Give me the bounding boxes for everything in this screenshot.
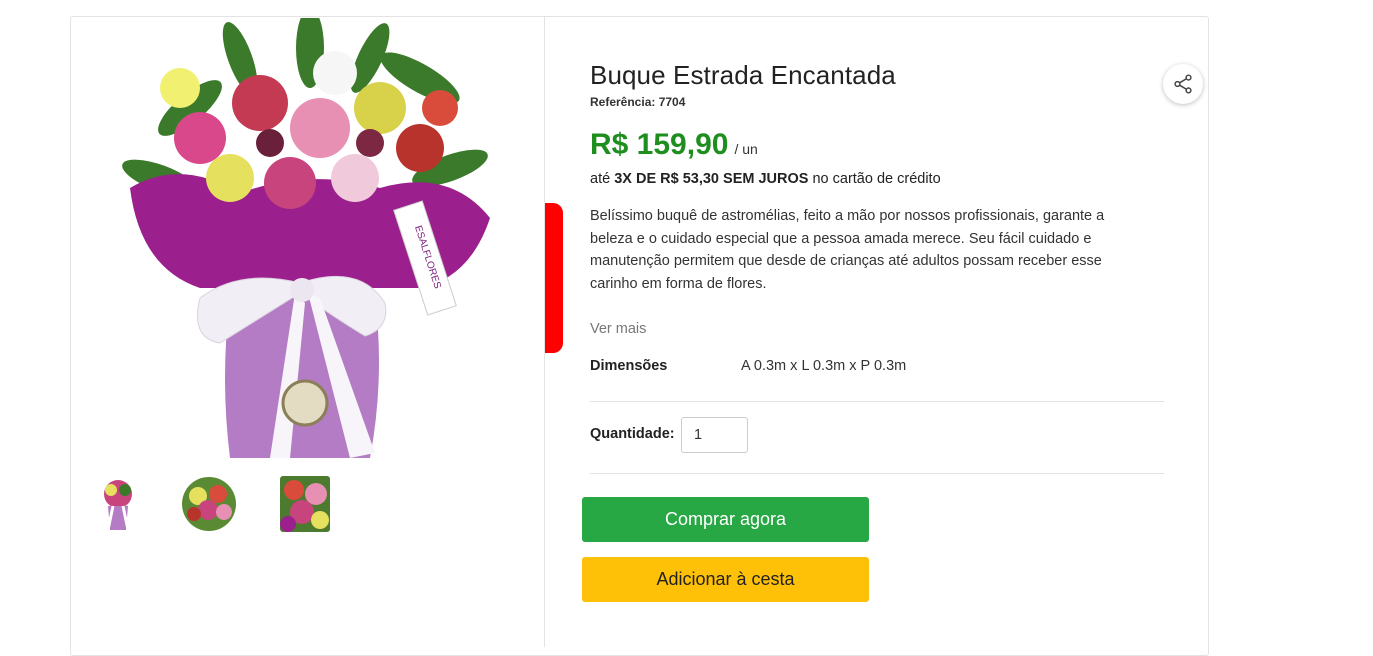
divider [590, 401, 1164, 402]
installments-suffix: no cartão de crédito [812, 171, 941, 187]
quantity-input[interactable] [681, 417, 748, 453]
divider [590, 473, 1164, 474]
product-description: Belíssimo buquê de astromélias, feito a … [590, 208, 1105, 292]
share-icon [1174, 74, 1192, 94]
share-button[interactable] [1163, 64, 1203, 104]
product-price: R$ 159,90 [590, 128, 729, 161]
see-more-link[interactable]: Ver mais [590, 321, 646, 337]
quantity-label: Quantidade: [590, 426, 675, 442]
dimensions-label: Dimensões [590, 358, 668, 374]
thumbnail-1[interactable] [93, 476, 143, 532]
dimensions-value: A 0.3m x L 0.3m x P 0.3m [741, 358, 907, 374]
buy-now-button[interactable]: Comprar agora [582, 497, 869, 542]
installments-info: até 3X DE R$ 53,30 SEM JUROS no cartão d… [590, 171, 941, 187]
product-reference: Referência: 7704 [590, 95, 686, 109]
installments-prefix: até [590, 171, 611, 187]
thumbnail-3[interactable] [280, 476, 330, 532]
price-unit: / un [734, 141, 758, 157]
thumbnail-2[interactable] [178, 476, 240, 532]
price-row: R$ 159,90 / un [590, 128, 758, 162]
product-main-image[interactable]: ESALFLORES [120, 18, 500, 470]
installments-bold: 3X DE R$ 53,30 SEM JUROS [614, 171, 809, 187]
scroll-marker [545, 203, 563, 353]
product-title: Buque Estrada Encantada [590, 60, 896, 90]
add-to-cart-button[interactable]: Adicionar à cesta [582, 557, 869, 602]
